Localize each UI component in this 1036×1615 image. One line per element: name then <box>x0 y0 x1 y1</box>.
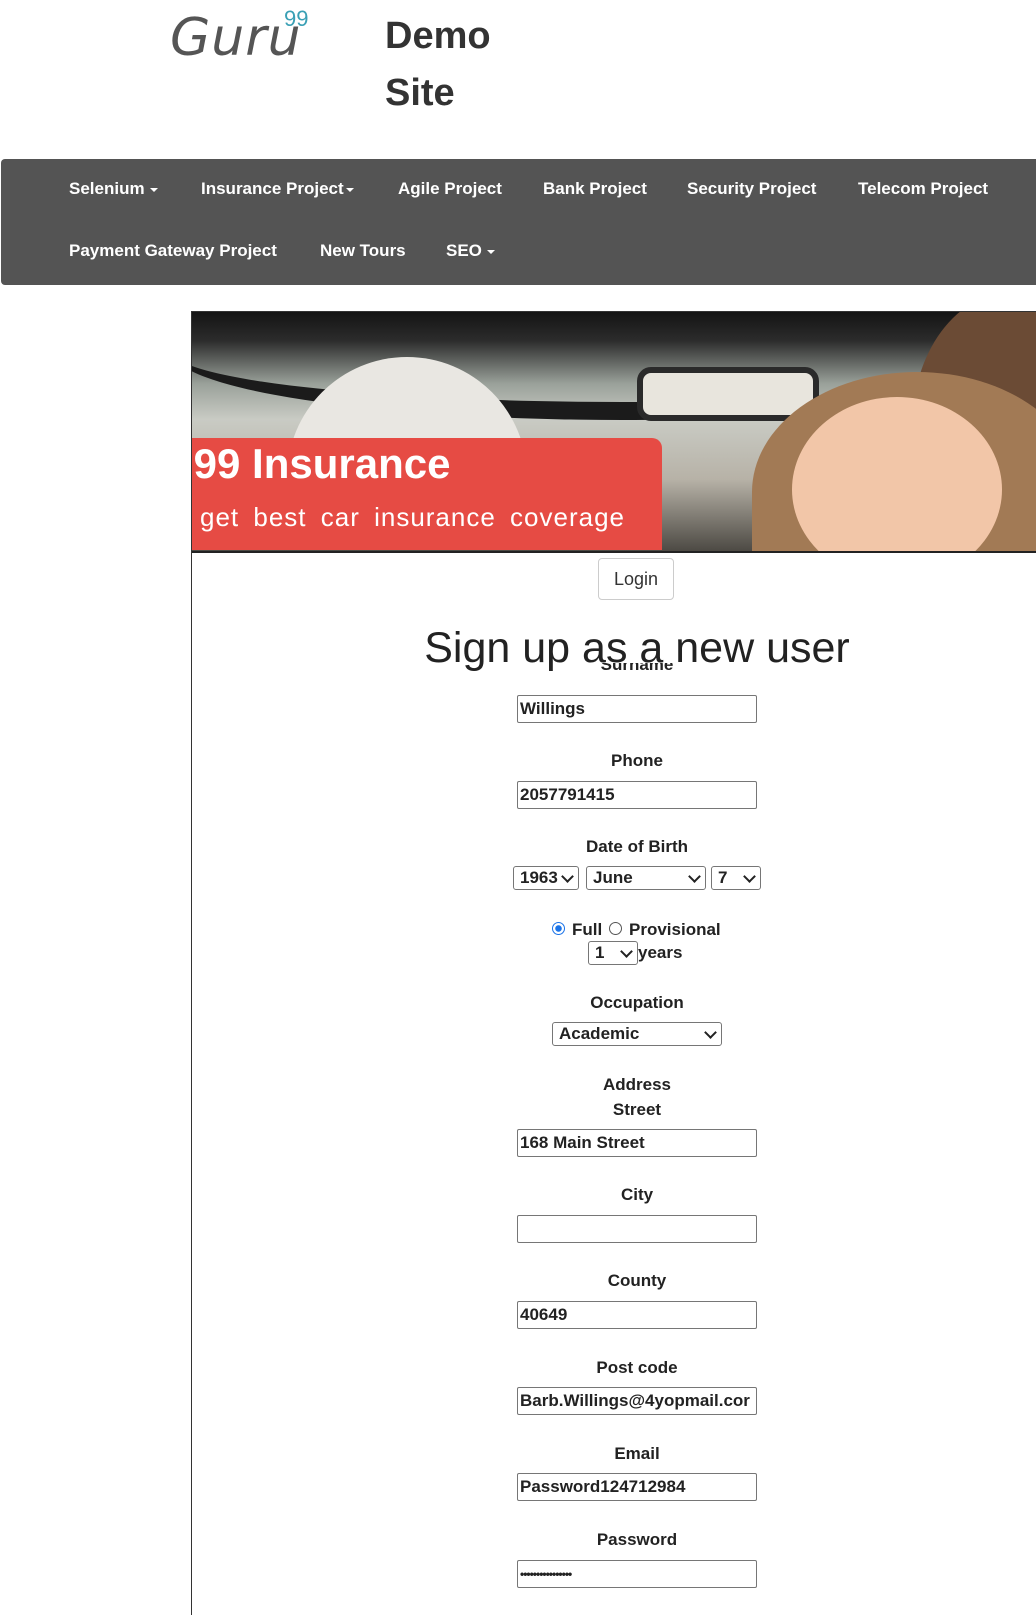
caret-down-icon <box>149 187 158 192</box>
nav-selenium[interactable]: Selenium <box>69 179 158 199</box>
nav-telecom-project[interactable]: Telecom Project <box>858 179 988 199</box>
postcode-input[interactable]: Barb.Willings@4yopmail.cor <box>517 1387 757 1415</box>
dob-month-select[interactable]: June <box>586 866 706 890</box>
chevron-down-icon <box>704 1026 717 1039</box>
password-input[interactable]: •••••••••••••••• <box>517 1560 757 1588</box>
nav-insurance-project[interactable]: Insurance Project <box>201 179 354 199</box>
street-input[interactable]: 168 Main Street <box>517 1129 757 1157</box>
street-label: Street <box>612 1100 662 1119</box>
occupation-label: Occupation <box>590 993 684 1012</box>
dob-day-select[interactable]: 7 <box>711 866 761 890</box>
chevron-down-icon <box>688 870 701 883</box>
banner-tagline: get best car insurance coverage <box>200 502 625 532</box>
logo-superscript: 99 <box>284 6 309 31</box>
nav-bank-project[interactable]: Bank Project <box>543 179 647 199</box>
license-provisional-radio[interactable] <box>609 922 622 935</box>
phone-label: Phone <box>611 751 663 770</box>
main-navbar: Selenium Insurance Project Agile Project… <box>1 159 1036 285</box>
license-full-radio[interactable] <box>552 922 565 935</box>
nav-seo-label: SEO <box>446 241 482 260</box>
years-label: years <box>638 943 683 962</box>
license-years-value: 1 <box>595 943 605 962</box>
phone-input[interactable]: 2057791415 <box>517 781 757 809</box>
dob-month-value: June <box>593 868 633 887</box>
address-label: Address <box>602 1075 672 1094</box>
county-label: County <box>607 1271 667 1290</box>
license-provisional-label: Provisional <box>629 920 721 939</box>
chevron-down-icon <box>743 870 756 883</box>
insurance-banner-image: u99 Insurance get best car insurance cov… <box>192 312 1036 553</box>
dob-label: Date of Birth <box>586 837 688 856</box>
dob-year-select[interactable]: 1963 <box>513 866 579 890</box>
nav-security-project[interactable]: Security Project <box>687 179 816 199</box>
chevron-down-icon <box>620 945 633 958</box>
site-title: Demo Site <box>385 8 491 122</box>
site-title-line2: Site <box>385 72 455 114</box>
dob-year-value: 1963 <box>520 868 558 887</box>
city-label: City <box>620 1185 654 1204</box>
email-label: Email <box>614 1444 660 1463</box>
email-input[interactable]: Password124712984 <box>517 1473 757 1501</box>
postcode-label: Post code <box>596 1358 678 1377</box>
guru99-logo[interactable]: Guru 99 <box>170 6 308 68</box>
city-input[interactable] <box>517 1215 757 1243</box>
chevron-down-icon <box>561 870 574 883</box>
nav-selenium-label: Selenium <box>69 179 145 198</box>
occupation-select[interactable]: Academic <box>552 1022 722 1046</box>
banner-brand: u99 Insurance <box>192 440 451 487</box>
occupation-value: Academic <box>559 1024 640 1043</box>
login-button[interactable]: Login <box>598 558 674 600</box>
site-title-line1: Demo <box>385 15 491 57</box>
logo-text: Guru <box>170 8 302 68</box>
nav-new-tours[interactable]: New Tours <box>320 241 406 261</box>
nav-payment-gateway-project[interactable]: Payment Gateway Project <box>69 241 277 261</box>
nav-agile-project[interactable]: Agile Project <box>398 179 502 199</box>
license-full-label: Full <box>572 920 603 939</box>
caret-down-icon <box>486 249 495 254</box>
county-input[interactable]: 40649 <box>517 1301 757 1329</box>
form-title: Sign up as a new user <box>424 624 850 672</box>
license-years-select[interactable]: 1 <box>588 941 638 965</box>
surname-input[interactable]: Willings <box>517 695 757 723</box>
dob-day-value: 7 <box>718 868 728 887</box>
caret-down-icon <box>345 187 354 192</box>
nav-seo[interactable]: SEO <box>446 241 495 261</box>
nav-insurance-project-label: Insurance Project <box>201 179 344 198</box>
password-label: Password <box>596 1530 678 1549</box>
